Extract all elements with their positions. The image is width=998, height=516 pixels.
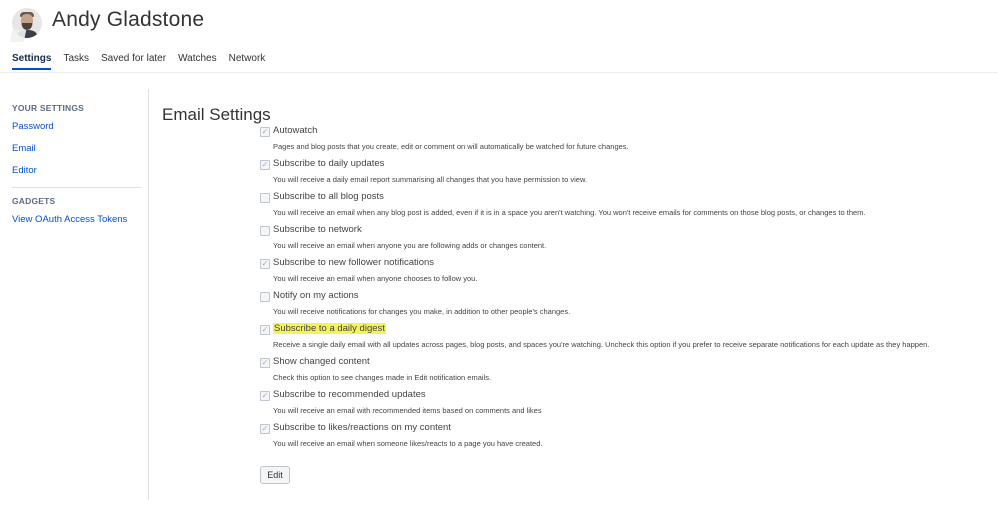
setting-description: Check this option to see changes made in… (273, 373, 492, 382)
setting-autowatch: ✓ Autowatch Pages and blog posts that yo… (260, 124, 990, 157)
setting-label: Subscribe to network (273, 224, 362, 235)
setting-label: Subscribe to recommended updates (273, 389, 426, 400)
setting-likes-reactions: ✓ Subscribe to likes/reactions on my con… (260, 421, 990, 454)
sidebar-item-editor[interactable]: Editor (12, 165, 144, 176)
setting-label: Subscribe to likes/reactions on my conte… (273, 422, 451, 433)
setting-description: You will receive an email when any blog … (273, 208, 866, 217)
setting-all-blog-posts: Subscribe to all blog posts You will rec… (260, 190, 990, 223)
setting-new-follower: ✓ Subscribe to new follower notification… (260, 256, 990, 289)
recommended-updates-checkbox[interactable]: ✓ (260, 391, 270, 401)
setting-show-changed-content: ✓ Show changed content Check this option… (260, 355, 990, 388)
highlighted-daily-digest-label: Subscribe to a daily digest (273, 323, 386, 334)
daily-updates-checkbox[interactable]: ✓ (260, 160, 270, 170)
sidebar-item-password[interactable]: Password (12, 121, 144, 132)
setting-description: Pages and blog posts that you create, ed… (273, 142, 629, 151)
setting-label: Subscribe to a daily digest (273, 323, 386, 334)
sidebar-item-oauth-tokens[interactable]: View OAuth Access Tokens (12, 214, 144, 225)
avatar-shadow (9, 30, 27, 42)
daily-digest-checkbox[interactable]: ✓ (260, 325, 270, 335)
setting-description: You will receive an email when anyone yo… (273, 241, 547, 250)
setting-label: Subscribe to daily updates (273, 158, 385, 169)
tab-settings[interactable]: Settings (12, 52, 52, 70)
setting-description: You will receive an email when someone l… (273, 439, 543, 448)
sidebar-divider (12, 187, 141, 188)
your-settings-heading: YOUR SETTINGS (12, 103, 85, 113)
email-settings-list: ✓ Autowatch Pages and blog posts that yo… (260, 124, 990, 454)
setting-label: Show changed content (273, 356, 370, 367)
setting-label: Subscribe to all blog posts (273, 191, 384, 202)
notify-on-actions-checkbox[interactable] (260, 292, 270, 302)
tabs-divider (0, 72, 998, 73)
tab-watches[interactable]: Watches (178, 52, 217, 70)
network-checkbox[interactable] (260, 226, 270, 236)
setting-label: Autowatch (273, 125, 318, 136)
setting-label: Subscribe to new follower notifications (273, 257, 435, 268)
tab-network[interactable]: Network (229, 52, 266, 70)
setting-description: You will receive notifications for chang… (273, 307, 571, 316)
profile-tabs: Settings Tasks Saved for later Watches N… (12, 52, 277, 70)
gadgets-heading: GADGETS (12, 196, 56, 206)
sidebar-item-email[interactable]: Email (12, 143, 144, 154)
settings-sidebar: YOUR SETTINGS Password Email Editor GADG… (12, 103, 144, 236)
edit-button[interactable]: Edit (260, 466, 290, 484)
all-blog-posts-checkbox[interactable] (260, 193, 270, 203)
setting-description: Receive a single daily email with all up… (273, 340, 930, 349)
setting-recommended-updates: ✓ Subscribe to recommended updates You w… (260, 388, 990, 421)
tab-saved-for-later[interactable]: Saved for later (101, 52, 166, 70)
setting-description: You will receive a daily email report su… (273, 175, 588, 184)
show-changed-content-checkbox[interactable]: ✓ (260, 358, 270, 368)
profile-name: Andy Gladstone (52, 8, 205, 31)
content-divider (148, 89, 149, 500)
autowatch-checkbox[interactable]: ✓ (260, 127, 270, 137)
setting-notify-on-actions: Notify on my actions You will receive no… (260, 289, 990, 322)
avatar-beard (22, 23, 32, 30)
setting-network: Subscribe to network You will receive an… (260, 223, 990, 256)
likes-reactions-checkbox[interactable]: ✓ (260, 424, 270, 434)
setting-daily-updates: ✓ Subscribe to daily updates You will re… (260, 157, 990, 190)
setting-label: Notify on my actions (273, 290, 359, 301)
setting-description: You will receive an email when anyone ch… (273, 274, 478, 283)
page-title: Email Settings (162, 105, 271, 124)
setting-description: You will receive an email with recommend… (273, 406, 542, 415)
tab-tasks[interactable]: Tasks (63, 52, 89, 70)
new-follower-checkbox[interactable]: ✓ (260, 259, 270, 269)
setting-daily-digest: ✓ Subscribe to a daily digest Receive a … (260, 322, 990, 355)
